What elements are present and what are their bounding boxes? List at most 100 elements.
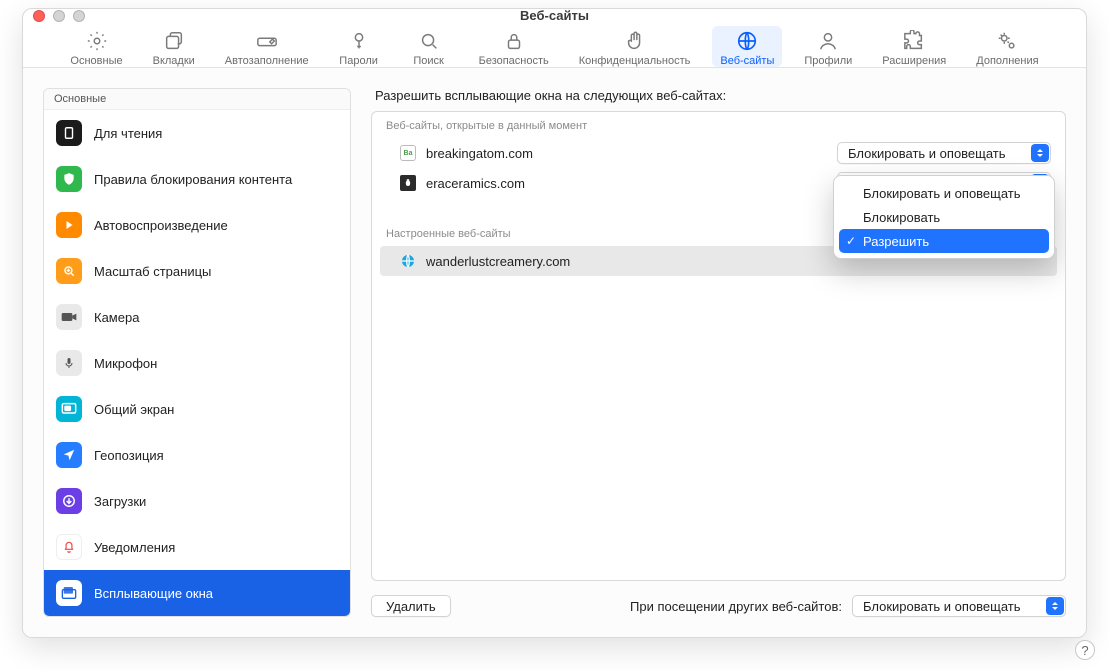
- toolbar-label: Поиск: [413, 55, 443, 67]
- updown-arrows-icon: [1046, 597, 1064, 615]
- sidebar-item-content-blockers[interactable]: Правила блокирования контента: [44, 156, 350, 202]
- bell-icon: [56, 534, 82, 560]
- favicon-atom-icon: Ba: [400, 145, 416, 161]
- pane-bottom-bar: Удалить При посещении других веб-сайтов:…: [371, 581, 1066, 617]
- website-domain: breakingatom.com: [426, 146, 827, 161]
- default-policy-group: При посещении других веб-сайтов: Блокиро…: [630, 595, 1066, 617]
- main-content: Основные Для чтения Правила блокирования…: [23, 68, 1086, 637]
- dropdown-option-allow[interactable]: Разрешить: [839, 229, 1049, 253]
- sidebar-item-microphone[interactable]: Микрофон: [44, 340, 350, 386]
- zoom-icon: [56, 258, 82, 284]
- sidebar-item-list: Для чтения Правила блокирования контента…: [44, 110, 350, 616]
- toolbar-general[interactable]: Основные: [62, 26, 130, 67]
- popup-icon: [56, 580, 82, 606]
- website-domain: eraceramics.com: [426, 176, 827, 191]
- detail-pane: Разрешить всплывающие окна на следующих …: [371, 88, 1066, 617]
- preferences-window: Веб-сайты Основные Вкладки Автозаполнени…: [22, 8, 1087, 638]
- lock-icon: [503, 30, 525, 52]
- toolbar-label: Безопасность: [479, 55, 549, 67]
- toolbar-label: Пароли: [339, 55, 378, 67]
- gears-icon: [996, 30, 1018, 52]
- sidebar-item-reader[interactable]: Для чтения: [44, 110, 350, 156]
- open-websites-section-header: Веб-сайты, открытые в данный момент: [372, 112, 1065, 138]
- play-icon: [56, 212, 82, 238]
- reader-icon: [56, 120, 82, 146]
- sidebar-item-label: Геопозиция: [94, 448, 164, 463]
- sidebar-item-popups[interactable]: Всплывающие окна: [44, 570, 350, 616]
- shield-icon: [56, 166, 82, 192]
- dropdown-option-block[interactable]: Блокировать: [839, 205, 1049, 229]
- permission-dropdown-menu: Блокировать и оповещать Блокировать Разр…: [833, 175, 1055, 259]
- screen-icon: [56, 396, 82, 422]
- default-policy-select[interactable]: Блокировать и оповещать: [852, 595, 1066, 617]
- sidebar-item-label: Масштаб страницы: [94, 264, 211, 279]
- toolbar-tabs[interactable]: Вкладки: [145, 26, 203, 67]
- sidebar-item-label: Уведомления: [94, 540, 175, 555]
- toolbar-advanced[interactable]: Дополнения: [968, 26, 1046, 67]
- sidebar-item-label: Микрофон: [94, 356, 157, 371]
- toolbar-websites[interactable]: Веб-сайты: [712, 26, 782, 67]
- toolbar-profiles[interactable]: Профили: [796, 26, 860, 67]
- sidebar-item-label: Общий экран: [94, 402, 174, 417]
- toolbar-autofill[interactable]: Автозаполнение: [217, 26, 317, 67]
- titlebar: Веб-сайты: [23, 9, 1086, 22]
- sidebar-item-location[interactable]: Геопозиция: [44, 432, 350, 478]
- sidebar-item-camera[interactable]: Камера: [44, 294, 350, 340]
- settings-sidebar: Основные Для чтения Правила блокирования…: [43, 88, 351, 617]
- sidebar-item-autoplay[interactable]: Автовоспроизведение: [44, 202, 350, 248]
- toolbar-passwords[interactable]: Пароли: [331, 26, 387, 67]
- popup-permission-select[interactable]: Блокировать и оповещать: [837, 142, 1051, 164]
- toolbar-label: Дополнения: [976, 55, 1038, 67]
- sidebar-item-page-zoom[interactable]: Масштаб страницы: [44, 248, 350, 294]
- select-value: Блокировать и оповещать: [848, 146, 1006, 161]
- favicon-vase-icon: [400, 175, 416, 191]
- remove-button[interactable]: Удалить: [371, 595, 451, 617]
- person-icon: [817, 30, 839, 52]
- search-icon: [418, 30, 440, 52]
- toolbar-label: Расширения: [882, 55, 946, 67]
- toolbar-label: Основные: [70, 55, 122, 67]
- toolbar-privacy[interactable]: Конфиденциальность: [571, 26, 699, 67]
- preferences-toolbar: Основные Вкладки Автозаполнение Пароли П…: [23, 22, 1086, 68]
- sidebar-item-label: Правила блокирования контента: [94, 172, 292, 187]
- favicon-globe-icon: [400, 253, 416, 269]
- sidebar-item-screen-sharing[interactable]: Общий экран: [44, 386, 350, 432]
- toolbar-label: Автозаполнение: [225, 55, 309, 67]
- sidebar-item-label: Камера: [94, 310, 139, 325]
- download-icon: [56, 488, 82, 514]
- updown-arrows-icon: [1031, 144, 1049, 162]
- sidebar-item-label: Автовоспроизведение: [94, 218, 228, 233]
- location-icon: [56, 442, 82, 468]
- mic-icon: [56, 350, 82, 376]
- toolbar-label: Конфиденциальность: [579, 55, 691, 67]
- website-row[interactable]: Ba breakingatom.com Блокировать и оповещ…: [372, 138, 1065, 168]
- toolbar-search[interactable]: Поиск: [401, 26, 457, 67]
- website-domain: wanderlustcreamery.com: [426, 254, 819, 269]
- pencil-field-icon: [256, 30, 278, 52]
- hand-icon: [624, 30, 646, 52]
- sidebar-item-label: Для чтения: [94, 126, 162, 141]
- dropdown-option-block-notify[interactable]: Блокировать и оповещать: [839, 181, 1049, 205]
- select-value: Блокировать и оповещать: [863, 599, 1021, 614]
- sidebar-item-downloads[interactable]: Загрузки: [44, 478, 350, 524]
- toolbar-label: Веб-сайты: [720, 55, 774, 67]
- gear-icon: [86, 30, 108, 52]
- camera-icon: [56, 304, 82, 330]
- sidebar-item-label: Всплывающие окна: [94, 586, 213, 601]
- toolbar-security[interactable]: Безопасность: [471, 26, 557, 67]
- button-label: Удалить: [386, 599, 436, 614]
- globe-icon: [736, 30, 758, 52]
- toolbar-label: Профили: [804, 55, 852, 67]
- key-icon: [348, 30, 370, 52]
- default-policy-label: При посещении других веб-сайтов:: [630, 599, 842, 614]
- option-label: Разрешить: [863, 234, 929, 249]
- toolbar-label: Вкладки: [153, 55, 195, 67]
- option-label: Блокировать: [863, 210, 940, 225]
- toolbar-extensions[interactable]: Расширения: [874, 26, 954, 67]
- sidebar-item-notifications[interactable]: Уведомления: [44, 524, 350, 570]
- option-label: Блокировать и оповещать: [863, 186, 1021, 201]
- sidebar-item-label: Загрузки: [94, 494, 146, 509]
- sidebar-section-header: Основные: [44, 89, 350, 110]
- websites-list-box: Веб-сайты, открытые в данный момент Ba b…: [371, 111, 1066, 581]
- window-title: Веб-сайты: [23, 8, 1086, 23]
